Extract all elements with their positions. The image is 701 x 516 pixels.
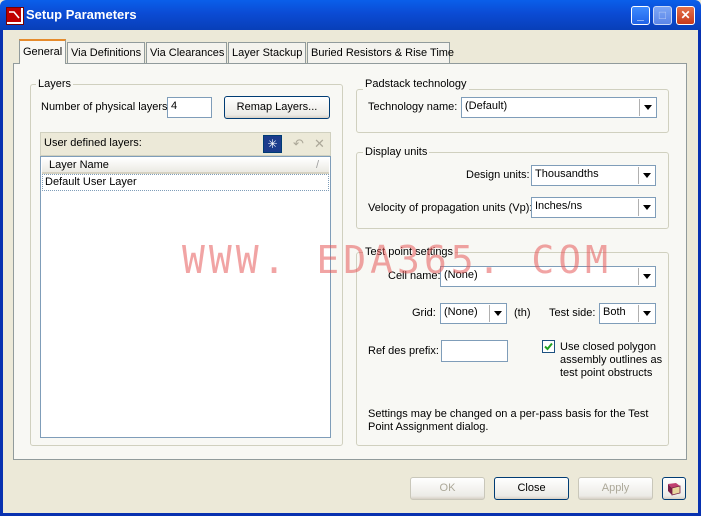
user-layers-list[interactable] xyxy=(40,156,331,438)
close-button[interactable]: Close xyxy=(494,477,569,500)
chevron-down-icon xyxy=(638,268,654,285)
window-title: Setup Parameters xyxy=(26,7,137,22)
tech-name-select[interactable]: (Default) xyxy=(461,97,657,118)
star-icon: ✳ xyxy=(267,137,278,151)
grid-value: (None) xyxy=(444,306,478,318)
test-point-note-1: Settings may be changed on a per-pass ba… xyxy=(368,408,649,420)
ref-des-label: Ref des prefix: xyxy=(368,345,439,357)
apply-button[interactable]: Apply xyxy=(578,477,653,500)
minimize-button[interactable]: _ xyxy=(631,6,650,25)
tab-label: General xyxy=(23,46,63,58)
watermark: WWW. EDA365. COM xyxy=(182,238,613,282)
app-icon xyxy=(6,7,24,25)
chevron-down-icon xyxy=(639,99,655,116)
tech-name-value: (Default) xyxy=(465,100,508,112)
layer-name-cell: Default User Layer xyxy=(45,176,137,188)
tab-label: Buried Resistors & Rise Time xyxy=(311,47,455,59)
ok-button[interactable]: OK xyxy=(410,477,485,500)
closed-polygon-label-2: assembly outlines as xyxy=(560,354,663,366)
velocity-units-label: Velocity of propagation units (Vp): xyxy=(368,202,533,214)
tab-buried-resistors[interactable]: Buried Resistors & Rise Time xyxy=(307,42,454,63)
user-layers-label: User defined layers: xyxy=(44,137,142,149)
remap-layers-button[interactable]: Remap Layers... xyxy=(224,96,330,119)
delete-icon: ✕ xyxy=(314,136,325,151)
tech-name-label: Technology name: xyxy=(368,101,458,113)
tab-layer-stackup[interactable]: Layer Stackup xyxy=(228,42,306,63)
title-bar[interactable]: Setup Parameters _ □ ✕ xyxy=(0,0,701,30)
undo-icon: ↶ xyxy=(293,136,304,151)
num-layers-label: Number of physical layers: xyxy=(41,101,171,113)
layers-group-title: Layers xyxy=(36,78,74,90)
tab-general[interactable]: General xyxy=(19,39,66,64)
test-side-select[interactable]: Both xyxy=(599,303,656,324)
grid-label: Grid: xyxy=(412,307,436,319)
velocity-units-value: Inches/ns xyxy=(535,200,583,212)
design-units-label: Design units: xyxy=(466,169,530,181)
tab-label: Via Clearances xyxy=(150,47,225,59)
closed-polygon-checkbox[interactable] xyxy=(542,340,555,353)
velocity-units-select[interactable]: Inches/ns xyxy=(531,197,656,218)
chevron-down-icon xyxy=(638,199,654,216)
padstack-group-title: Padstack technology xyxy=(363,78,469,90)
minimize-icon: _ xyxy=(637,8,644,22)
test-point-note-2: Point Assignment dialog. xyxy=(368,421,489,433)
tab-label: Via Definitions xyxy=(71,47,142,59)
test-side-label: Test side: xyxy=(549,307,596,319)
sort-icon: / xyxy=(316,159,320,171)
delete-layer-button: ✕ xyxy=(310,135,329,153)
chevron-down-icon xyxy=(638,167,654,184)
grid-select[interactable]: (None) xyxy=(440,303,507,324)
tab-label: Layer Stackup xyxy=(232,47,303,59)
maximize-icon: □ xyxy=(658,8,667,22)
test-side-value: Both xyxy=(603,306,626,318)
tab-via-clearances[interactable]: Via Clearances xyxy=(146,42,227,63)
layer-name-header-label: Layer Name xyxy=(49,159,109,171)
tab-via-definitions[interactable]: Via Definitions xyxy=(67,42,145,63)
maximize-button: □ xyxy=(653,6,672,25)
ref-des-input[interactable] xyxy=(441,340,508,362)
close-window-button[interactable]: ✕ xyxy=(676,6,695,25)
design-units-select[interactable]: Thousandths xyxy=(531,165,656,186)
close-icon: ✕ xyxy=(680,8,691,22)
checkmark-icon xyxy=(544,342,553,351)
closed-polygon-label-1: Use closed polygon xyxy=(560,341,657,353)
closed-polygon-label-3: test point obstructs xyxy=(560,367,653,379)
design-units-value: Thousandths xyxy=(535,168,599,180)
undo-button: ↶ xyxy=(289,135,308,153)
chevron-down-icon xyxy=(489,305,505,322)
new-layer-button[interactable]: ✳ xyxy=(263,135,282,153)
display-units-group-title: Display units xyxy=(363,146,430,158)
grid-unit-label: (th) xyxy=(514,307,531,319)
chevron-down-icon xyxy=(638,305,654,322)
num-layers-input[interactable]: 4 xyxy=(167,97,212,118)
help-button[interactable] xyxy=(662,477,686,500)
book-icon xyxy=(668,482,681,496)
